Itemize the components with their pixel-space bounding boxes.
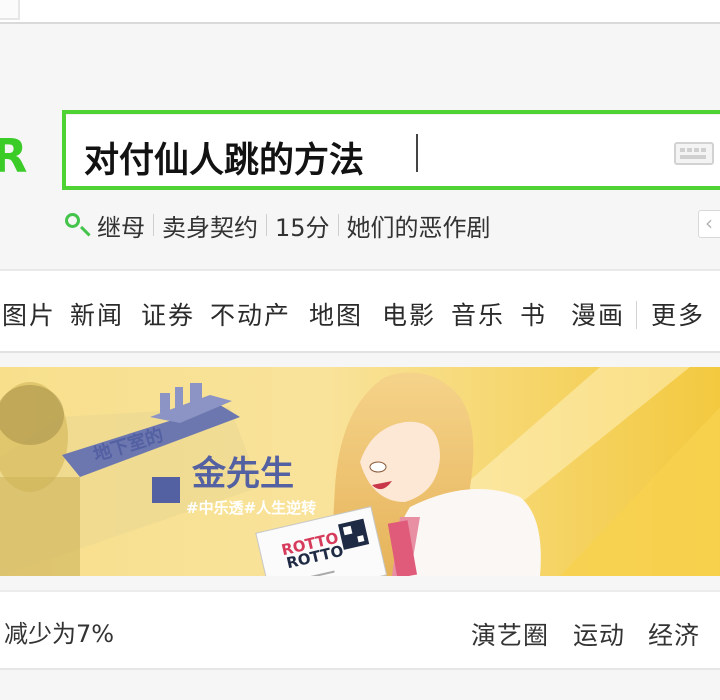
nav-divider (636, 301, 637, 329)
site-logo[interactable]: R (0, 129, 27, 183)
hot-search-row: 继母 卖身契约 15分 她们的恶作剧 (63, 207, 491, 243)
nav-item-more[interactable]: 更多 (651, 296, 705, 332)
search-box[interactable]: 对付仙人跳的方法 (62, 110, 720, 190)
search-icon (63, 212, 91, 238)
ticker-link-entertainment[interactable]: 演艺圈 (471, 616, 549, 652)
news-ticker: 减少为7% 演艺圈 运动 经济 (0, 590, 720, 670)
keyboard-icon[interactable] (674, 142, 714, 165)
search-input[interactable]: 对付仙人跳的方法 (84, 132, 364, 183)
window-corner (0, 0, 20, 20)
nav-item-news[interactable]: 新闻 (70, 296, 124, 332)
nav-bar: 图片 新闻 证券 不动产 地图 电影 音乐 书 漫画 更多 (0, 269, 720, 353)
nav-item-music[interactable]: 音乐 (451, 296, 505, 332)
separator (266, 214, 267, 236)
comic-banner[interactable] (0, 367, 720, 576)
nav-item-images[interactable]: 图片 (2, 296, 56, 332)
banner-title: 金先生 (192, 454, 294, 494)
banner-tags: #中乐透#人生逆转 (186, 499, 317, 517)
nav-item-movies[interactable]: 电影 (382, 296, 436, 332)
ticker-headline[interactable]: 减少为7% (4, 614, 114, 649)
text-caret (416, 134, 418, 172)
banner-artwork (0, 367, 720, 576)
hot-search-item[interactable]: 卖身契约 (162, 208, 258, 243)
separator (153, 214, 154, 236)
nav-item-real-estate[interactable]: 不动产 (210, 296, 291, 332)
nav-item-map[interactable]: 地图 (309, 296, 363, 332)
nav-item-stocks[interactable]: 证券 (141, 296, 195, 332)
nav-item-comics[interactable]: 漫画 (571, 296, 625, 332)
collapse-button[interactable]: ‹ (698, 210, 720, 238)
ticker-link-sports[interactable]: 运动 (573, 616, 625, 652)
separator (337, 214, 339, 236)
ticker-link-economy[interactable]: 经济 (648, 616, 700, 652)
hot-search-item[interactable]: 15分 (275, 208, 330, 243)
top-strip (0, 0, 720, 24)
hot-search-item[interactable]: 她们的恶作剧 (347, 208, 491, 243)
hot-search-item[interactable]: 继母 (97, 208, 145, 243)
nav-item-books[interactable]: 书 (520, 296, 547, 332)
